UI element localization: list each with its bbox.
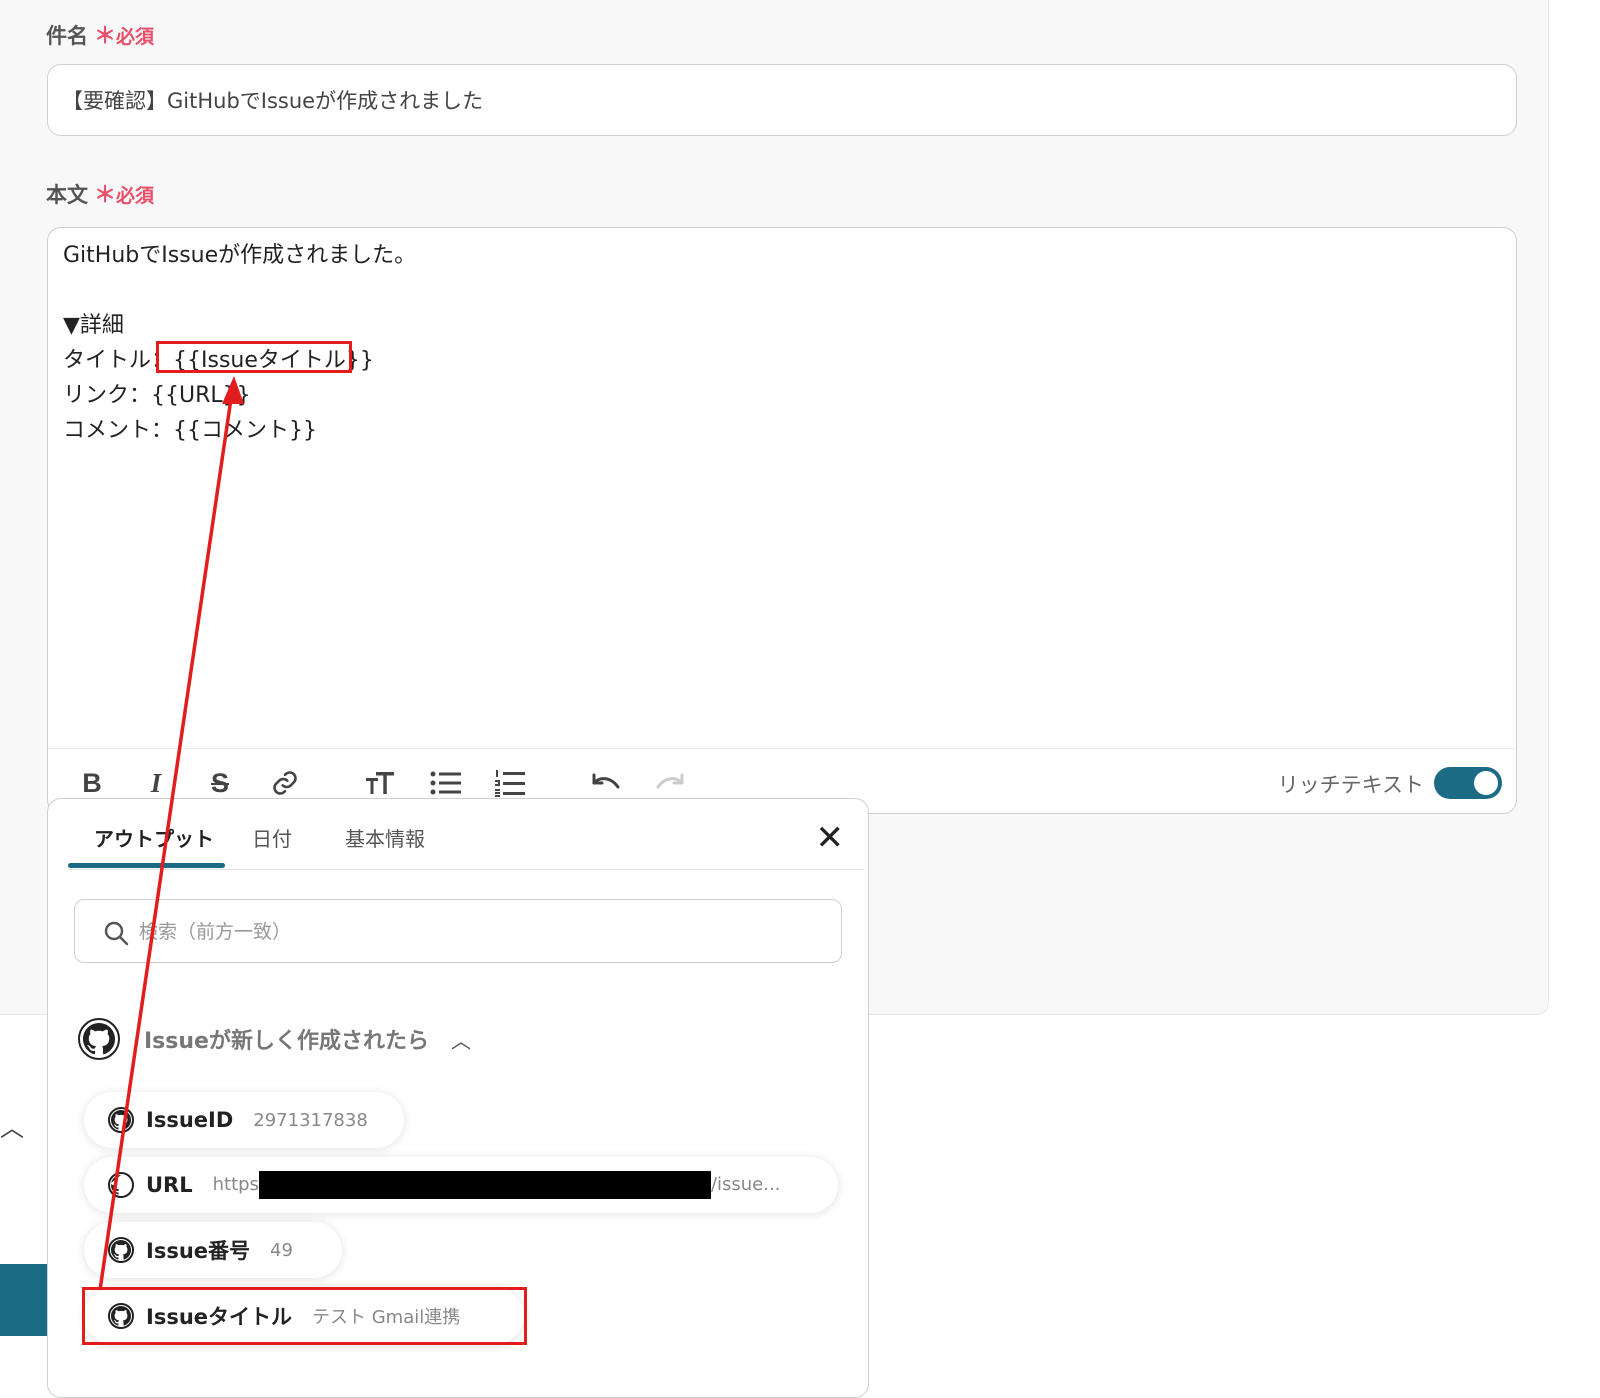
- italic-icon[interactable]: I: [140, 767, 172, 799]
- body-label: 本文 ＊必須: [46, 183, 155, 208]
- toggle-knob: [1474, 771, 1498, 795]
- tab-output[interactable]: アウトプット: [94, 823, 214, 852]
- body-line: コメント：{{コメント}}: [63, 418, 317, 443]
- body-line: リンク：{{URL}}: [63, 383, 251, 408]
- github-icon: [108, 1172, 134, 1198]
- output-key: URL: [146, 1173, 193, 1197]
- body-editor[interactable]: GitHubでIssueが作成されました。 ▼詳細 タイトル：{{Issueタイ…: [47, 227, 1517, 814]
- search-input[interactable]: [137, 900, 831, 964]
- variable-highlight-box: [156, 341, 352, 373]
- redaction-bar: [258, 1171, 711, 1199]
- strikethrough-icon[interactable]: S: [204, 767, 236, 799]
- chevron-up-icon[interactable]: ︿: [0, 1108, 24, 1143]
- output-value: https/issue...: [212, 1171, 781, 1199]
- link-icon[interactable]: [269, 767, 301, 799]
- search-icon: [104, 921, 129, 946]
- undo-icon[interactable]: [590, 767, 622, 799]
- section-title: Issueが新しく作成されたら: [144, 1029, 429, 1054]
- github-icon: [78, 1018, 120, 1060]
- url-prefix: https: [212, 1174, 259, 1195]
- url-suffix: /issue...: [710, 1174, 781, 1195]
- github-icon: [108, 1237, 134, 1263]
- search-field[interactable]: [74, 899, 842, 964]
- redo-icon[interactable]: [654, 767, 686, 799]
- close-icon[interactable]: ✕: [816, 821, 845, 855]
- side-button[interactable]: [0, 1264, 47, 1336]
- rich-text-toggle[interactable]: [1434, 767, 1502, 799]
- item-highlight-box: [82, 1287, 527, 1345]
- section-header[interactable]: Issueが新しく作成されたら ︿: [78, 1015, 471, 1063]
- chevron-up-icon[interactable]: ︿: [451, 1025, 471, 1054]
- output-key: Issue番号: [146, 1239, 251, 1263]
- body-line: [63, 273, 416, 308]
- subject-input[interactable]: 【要確認】GitHubでIssueが作成されました: [47, 64, 1517, 136]
- output-item-url[interactable]: URL https/issue...: [84, 1157, 838, 1213]
- output-item-issue-id[interactable]: IssueID 2971317838: [84, 1092, 404, 1148]
- subject-label: 件名 ＊必須: [46, 24, 155, 49]
- output-key: IssueID: [146, 1108, 234, 1132]
- body-line: GitHubでIssueが作成されました。: [63, 243, 417, 268]
- tab-basic-info[interactable]: 基本情報: [345, 823, 425, 852]
- tab-divider: [68, 869, 864, 870]
- bulleted-list-icon[interactable]: [430, 767, 462, 799]
- numbered-list-icon[interactable]: [494, 767, 526, 799]
- required-badge: ＊必須: [94, 183, 155, 208]
- output-item-issue-number[interactable]: Issue番号 49: [84, 1222, 342, 1278]
- text-size-icon[interactable]: [364, 767, 396, 799]
- body-line: ▼詳細: [63, 313, 124, 338]
- github-icon: [108, 1107, 134, 1133]
- output-value: 2971317838: [253, 1109, 368, 1131]
- rich-text-label: リッチテキスト: [1277, 773, 1424, 797]
- required-badge: ＊必須: [94, 24, 155, 49]
- bold-icon[interactable]: B: [76, 767, 108, 799]
- subject-value: 【要確認】GitHubでIssueが作成されました: [62, 89, 484, 113]
- active-tab-indicator: [68, 863, 225, 868]
- output-value: 49: [270, 1239, 293, 1261]
- tab-date[interactable]: 日付: [252, 823, 292, 852]
